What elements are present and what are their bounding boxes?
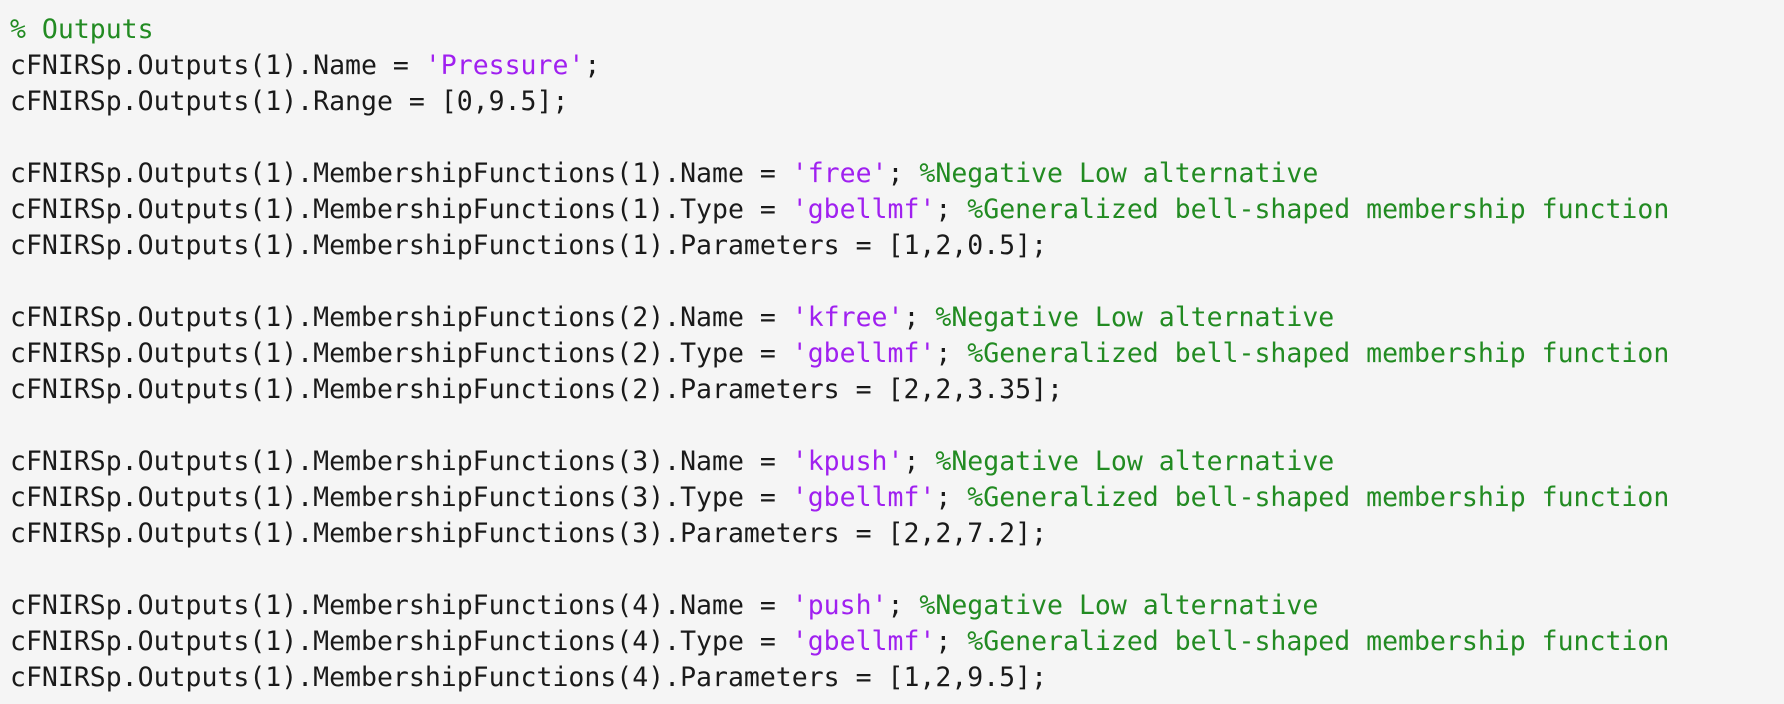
code-line[interactable]: cFNIRSp.Outputs(1).MembershipFunctions(3…	[10, 480, 1784, 516]
code-text: ;	[935, 626, 968, 657]
code-line[interactable]	[10, 552, 1784, 588]
code-line[interactable]: cFNIRSp.Outputs(1).MembershipFunctions(2…	[10, 372, 1784, 408]
code-line[interactable]: cFNIRSp.Outputs(1).Name = 'Pressure';	[10, 48, 1784, 84]
code-text: cFNIRSp.Outputs(1).MembershipFunctions(1…	[10, 194, 792, 225]
code-comment: %Negative Low alternative	[935, 446, 1335, 477]
code-line[interactable]	[10, 408, 1784, 444]
code-comment: %Generalized bell-shaped membership func…	[967, 626, 1670, 657]
code-text: ;	[935, 194, 968, 225]
code-line[interactable]	[10, 120, 1784, 156]
code-text: ;	[887, 158, 920, 189]
code-comment: %Negative Low alternative	[919, 590, 1319, 621]
code-line[interactable]: cFNIRSp.Outputs(1).Range = [0,9.5];	[10, 84, 1784, 120]
code-text: cFNIRSp.Outputs(1).MembershipFunctions(4…	[10, 590, 792, 621]
code-comment: %Negative Low alternative	[935, 302, 1335, 333]
code-line[interactable]: cFNIRSp.Outputs(1).MembershipFunctions(2…	[10, 336, 1784, 372]
code-text: cFNIRSp.Outputs(1).MembershipFunctions(4…	[10, 626, 792, 657]
code-string: 'kpush'	[791, 446, 904, 477]
code-text: cFNIRSp.Outputs(1).MembershipFunctions(2…	[10, 302, 792, 333]
code-string: 'free'	[791, 158, 888, 189]
code-text: cFNIRSp.Outputs(1).Range = [0,9.5];	[10, 86, 569, 117]
code-line[interactable]: % Outputs	[10, 12, 1784, 48]
code-line[interactable]: cFNIRSp.Outputs(1).MembershipFunctions(3…	[10, 444, 1784, 480]
code-text: cFNIRSp.Outputs(1).MembershipFunctions(3…	[10, 518, 1048, 549]
code-line[interactable]: cFNIRSp.Outputs(1).MembershipFunctions(1…	[10, 228, 1784, 264]
code-line[interactable]: cFNIRSp.Outputs(1).MembershipFunctions(4…	[10, 588, 1784, 624]
code-text: ;	[584, 50, 601, 81]
code-text: cFNIRSp.Outputs(1).MembershipFunctions(3…	[10, 482, 792, 513]
code-text: cFNIRSp.Outputs(1).MembershipFunctions(3…	[10, 446, 792, 477]
code-comment: %Generalized bell-shaped membership func…	[967, 194, 1670, 225]
code-text: cFNIRSp.Outputs(1).MembershipFunctions(1…	[10, 230, 1048, 261]
code-text: cFNIRSp.Outputs(1).MembershipFunctions(1…	[10, 158, 792, 189]
code-string: 'kfree'	[791, 302, 904, 333]
code-string: 'Pressure'	[424, 50, 585, 81]
code-text: ;	[903, 446, 936, 477]
code-line[interactable]: cFNIRSp.Outputs(1).MembershipFunctions(1…	[10, 156, 1784, 192]
code-text: ;	[935, 482, 968, 513]
code-comment: %Generalized bell-shaped membership func…	[967, 482, 1670, 513]
code-string: 'gbellmf'	[791, 626, 936, 657]
code-comment: %Negative Low alternative	[919, 158, 1319, 189]
code-text: cFNIRSp.Outputs(1).MembershipFunctions(4…	[10, 662, 1048, 693]
code-line[interactable]	[10, 264, 1784, 300]
code-string: 'gbellmf'	[791, 482, 936, 513]
code-line[interactable]: cFNIRSp.Outputs(1).MembershipFunctions(2…	[10, 300, 1784, 336]
code-text: ;	[903, 302, 936, 333]
code-line[interactable]: cFNIRSp.Outputs(1).MembershipFunctions(4…	[10, 624, 1784, 660]
code-text: cFNIRSp.Outputs(1).MembershipFunctions(2…	[10, 374, 1063, 405]
code-text: cFNIRSp.Outputs(1).MembershipFunctions(2…	[10, 338, 792, 369]
code-editor[interactable]: % Outputs cFNIRSp.Outputs(1).Name = 'Pres…	[0, 0, 1784, 704]
code-string: 'gbellmf'	[791, 338, 936, 369]
code-text: cFNIRSp.Outputs(1).Name =	[10, 50, 425, 81]
code-string: 'push'	[791, 590, 888, 621]
code-line[interactable]: cFNIRSp.Outputs(1).MembershipFunctions(1…	[10, 192, 1784, 228]
code-text: ;	[887, 590, 920, 621]
code-comment: % Outputs	[10, 14, 154, 45]
code-comment: %Generalized bell-shaped membership func…	[967, 338, 1670, 369]
code-line[interactable]: cFNIRSp.Outputs(1).MembershipFunctions(4…	[10, 660, 1784, 696]
code-line[interactable]: cFNIRSp.Outputs(1).MembershipFunctions(3…	[10, 516, 1784, 552]
code-text: ;	[935, 338, 968, 369]
code-area[interactable]: % Outputs cFNIRSp.Outputs(1).Name = 'Pres…	[10, 12, 1784, 696]
code-string: 'gbellmf'	[791, 194, 936, 225]
